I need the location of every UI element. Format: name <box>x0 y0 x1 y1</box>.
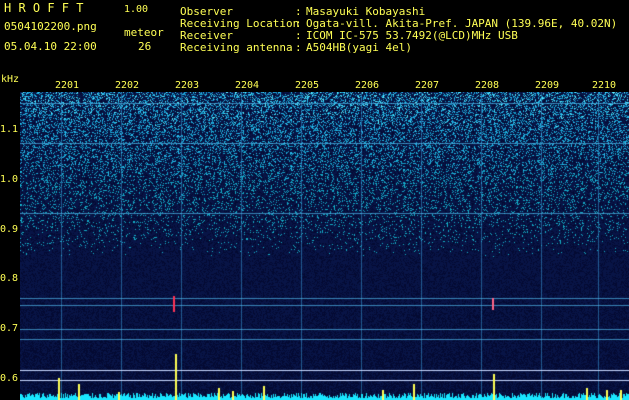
x-tick-2203: 2203 <box>175 80 200 91</box>
y-tick-1.1: 1.1 <box>0 124 19 135</box>
x-tick-2201: 2201 <box>55 80 80 91</box>
y-tick-1.0: 1.0 <box>0 174 19 185</box>
y-tick-0.9: 0.9 <box>0 224 19 235</box>
spectrogram-plot <box>20 92 629 400</box>
meteor-label: meteor <box>124 26 164 39</box>
app-version: 1.00 <box>124 4 149 15</box>
y-tick-0.8: 0.8 <box>0 273 19 284</box>
x-tick-2202: 2202 <box>115 80 140 91</box>
x-tick-2208: 2208 <box>475 80 500 91</box>
y-axis-unit: kHz <box>1 74 20 85</box>
x-tick-2205: 2205 <box>295 80 320 91</box>
antenna-label: Receiving antenna <box>180 41 293 54</box>
antenna-value: A504HB(yagi 4el) <box>306 41 412 54</box>
y-tick-0.6: 0.6 <box>0 373 19 384</box>
x-tick-2206: 2206 <box>355 80 380 91</box>
date-time: 05.04.10 22:00 <box>4 40 97 53</box>
x-tick-2209: 2209 <box>535 80 560 91</box>
antenna-sep: : <box>295 41 302 54</box>
x-tick-2210: 2210 <box>592 80 617 91</box>
hrofft-window: H R O F F T 1.00 0504102200.png meteor 0… <box>0 0 629 400</box>
spectrogram-canvas <box>20 92 629 400</box>
x-tick-2207: 2207 <box>415 80 440 91</box>
x-tick-2204: 2204 <box>235 80 260 91</box>
file-name: 0504102200.png <box>4 20 97 33</box>
app-name: H R O F F T <box>4 1 84 15</box>
y-tick-0.7: 0.7 <box>0 323 19 334</box>
meteor-count: 26 <box>138 40 152 53</box>
